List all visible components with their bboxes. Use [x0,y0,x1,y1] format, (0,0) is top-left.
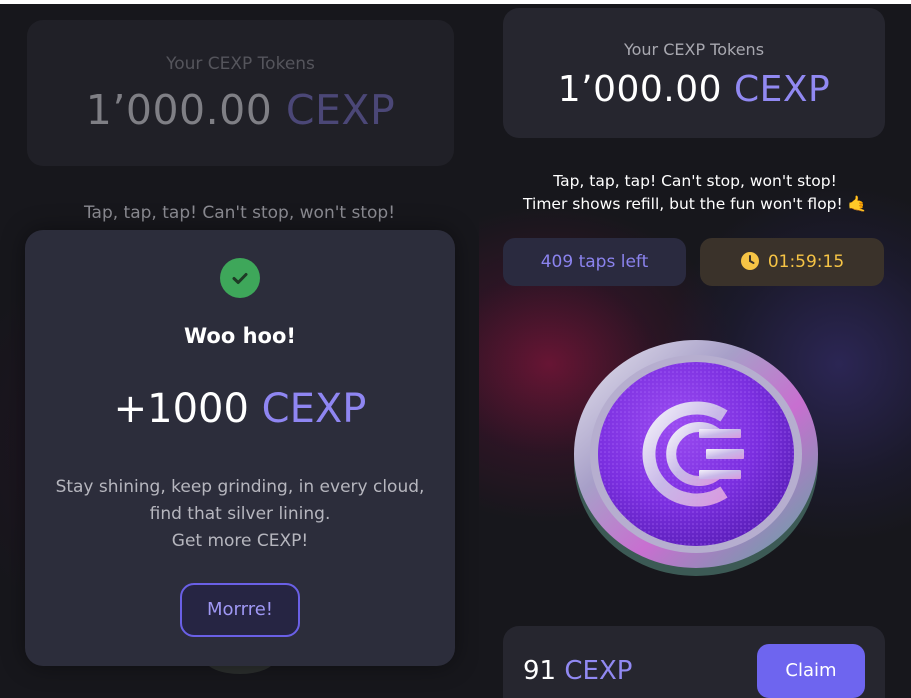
claim-card: 91 CEXP Claim [503,626,885,698]
tokens-amount: 1’000.00 CEXP [503,69,885,110]
taps-left-badge: 409 taps left [503,238,686,286]
tokens-value: 1’000.00 [557,69,723,110]
tagline-line: Timer shows refill, but the fun won't fl… [523,195,867,213]
claim-button[interactable]: Claim [757,644,865,698]
tokens-currency: CEXP [285,86,396,134]
tokens-card: Your CEXP Tokens 1’000.00 CEXP [27,20,454,166]
modal-body-line: find that silver lining. [149,504,331,524]
claim-amount: 91 CEXP [523,656,632,686]
tokens-amount: 1’000.00 CEXP [27,86,454,134]
tokens-label: Your CEXP Tokens [623,40,765,59]
tokens-label: Your CEXP Tokens [166,54,315,74]
left-screen: Your CEXP Tokens 1’000.00 CEXP Tap, tap,… [0,4,479,698]
reward-amount: +1000 [113,386,249,432]
right-screen: Your CEXP Tokens 1’000.00 CEXP Tap, tap,… [479,4,911,698]
timer-value: 01:59:15 [767,252,845,272]
modal-title: Woo hoo! [184,324,296,348]
tokens-value: 1’000.00 [85,86,273,134]
tagline-line: Tap, tap, tap! Can't stop, won't stop! [553,172,837,190]
tokens-currency: CEXP [734,69,831,110]
tokens-card: Your CEXP Tokens 1’000.00 CEXP [503,8,885,138]
clock-icon [740,251,759,270]
check-circle-icon [220,258,260,298]
modal-reward: +1000 CEXP [25,386,455,432]
modal-body-line: Stay shining, keep grinding, in every cl… [55,477,425,497]
reward-modal: Woo hoo! +1000 CEXP Stay shining, keep g… [25,230,455,666]
tagline: Tap, tap, tap! Can't stop, won't stop! [83,203,396,223]
modal-body: Stay shining, keep grinding, in every cl… [45,474,435,555]
modal-body-line: Get more CEXP! [171,531,309,551]
refill-timer: 01:59:15 [700,238,884,286]
claim-currency: CEXP [564,656,633,686]
reward-currency: CEXP [261,386,367,432]
morrre-button[interactable]: Morrre! [180,583,300,637]
claim-value: 91 [523,656,557,686]
tagline: Tap, tap, tap! Can't stop, won't stop! T… [479,170,911,216]
cex-coin-icon[interactable] [571,330,821,580]
